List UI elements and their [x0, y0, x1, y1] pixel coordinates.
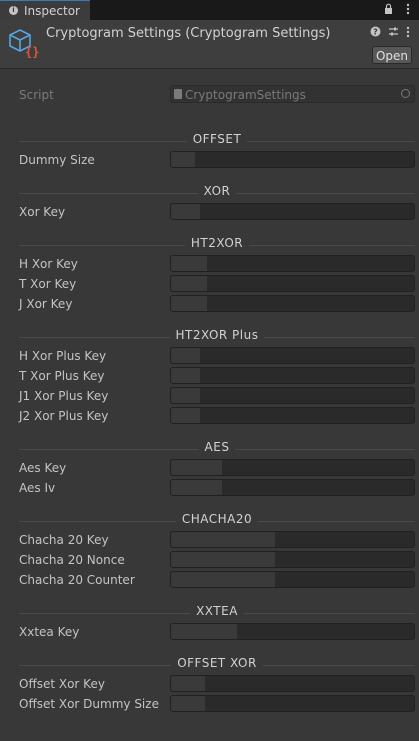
property-label: Offset Xor Key [19, 677, 105, 691]
property-label: J Xor Key [19, 297, 73, 311]
property-row: H Xor Key [0, 254, 419, 274]
property-label: Offset Xor Dummy Size [19, 697, 159, 711]
property-field[interactable] [170, 367, 415, 384]
property-field[interactable] [170, 675, 415, 692]
property-row: J1 Xor Plus Key [0, 386, 419, 406]
field-value-obscured [171, 532, 276, 547]
svg-text:{}: {} [25, 45, 39, 58]
tab-tools [383, 3, 413, 18]
script-field[interactable]: CryptogramSettings [170, 85, 415, 103]
property-label: Chacha 20 Counter [19, 573, 135, 587]
field-value-obscured [171, 552, 276, 567]
field-value-obscured [171, 676, 206, 691]
field-value-obscured [171, 368, 201, 383]
property-row: Xor Key [0, 202, 419, 222]
property-label: Aes Iv [19, 481, 56, 495]
section-title: XXTEA [190, 604, 244, 618]
property-row: Aes Iv [0, 478, 419, 498]
property-field[interactable] [170, 347, 415, 364]
section-title: XOR [197, 184, 237, 198]
script-label: Script [19, 88, 54, 102]
property-field[interactable] [170, 151, 415, 168]
field-value-obscured [171, 276, 208, 291]
scriptable-object-icon: {} [8, 26, 40, 59]
property-label: Xor Key [19, 205, 66, 219]
property-row: H Xor Plus Key [0, 346, 419, 366]
property-field[interactable] [170, 459, 415, 476]
property-row: Chacha 20 Counter [0, 570, 419, 590]
property-label: Chacha 20 Nonce [19, 553, 125, 567]
property-row: Chacha 20 Nonce [0, 550, 419, 570]
header-icons: ? [370, 26, 410, 41]
property-field[interactable] [170, 387, 415, 404]
property-field[interactable] [170, 551, 415, 568]
more-vertical-icon[interactable] [403, 3, 413, 18]
lock-icon[interactable] [383, 3, 393, 18]
property-row: Dummy Size [0, 150, 419, 170]
field-value-obscured [171, 624, 237, 639]
tab-inspector[interactable]: i Inspector [0, 0, 90, 20]
section-title: CHACHA20 [175, 512, 259, 526]
property-row: T Xor Key [0, 274, 419, 294]
property-field[interactable] [170, 255, 415, 272]
property-field[interactable] [170, 275, 415, 292]
field-value-obscured [171, 204, 201, 219]
property-label: J2 Xor Plus Key [19, 409, 109, 423]
component-header: {} Cryptogram Settings (Cryptogram Setti… [0, 20, 419, 69]
property-label: T Xor Key [19, 277, 77, 291]
property-row: Xxtea Key [0, 622, 419, 642]
property-label: Chacha 20 Key [19, 533, 109, 547]
field-value-obscured [171, 480, 223, 495]
open-button[interactable]: Open [372, 46, 412, 64]
property-row: Offset Xor Dummy Size [0, 694, 419, 714]
property-label: J1 Xor Plus Key [19, 389, 109, 403]
property-label: T Xor Plus Key [19, 369, 105, 383]
component-title: Cryptogram Settings (Cryptogram Settings… [46, 26, 331, 41]
property-field[interactable] [170, 203, 415, 220]
property-field[interactable] [170, 479, 415, 496]
property-label: H Xor Plus Key [19, 349, 107, 363]
more-vertical-icon[interactable] [406, 26, 410, 41]
section-title: OFFSET [186, 132, 248, 146]
section-title: OFFSET XOR [171, 656, 263, 670]
script-file-icon [174, 89, 182, 99]
property-label: Dummy Size [19, 153, 95, 167]
property-row: J Xor Key [0, 294, 419, 314]
field-value-obscured [171, 256, 208, 271]
property-label: Xxtea Key [19, 625, 80, 639]
property-row: Aes Key [0, 458, 419, 478]
field-value-obscured [171, 696, 206, 711]
property-row: Chacha 20 Key [0, 530, 419, 550]
property-label: H Xor Key [19, 257, 78, 271]
property-row: Offset Xor Key [0, 674, 419, 694]
section-title: HT2XOR Plus [169, 328, 265, 342]
field-value-obscured [171, 408, 201, 423]
script-value: CryptogramSettings [185, 88, 306, 102]
field-value-obscured [171, 296, 208, 311]
script-row: Script CryptogramSettings [0, 84, 419, 106]
property-field[interactable] [170, 695, 415, 712]
property-row: J2 Xor Plus Key [0, 406, 419, 426]
property-field[interactable] [170, 407, 415, 424]
property-field[interactable] [170, 295, 415, 312]
field-value-obscured [171, 572, 276, 587]
property-field[interactable] [170, 623, 415, 640]
svg-text:?: ? [373, 28, 378, 37]
tab-bar: i Inspector [0, 0, 419, 20]
section-title: HT2XOR [184, 236, 250, 250]
field-value-obscured [171, 388, 201, 403]
field-value-obscured [171, 152, 196, 167]
info-icon: i [9, 6, 18, 15]
property-label: Aes Key [19, 461, 67, 475]
property-field[interactable] [170, 571, 415, 588]
object-picker-icon[interactable] [401, 89, 410, 98]
property-row: T Xor Plus Key [0, 366, 419, 386]
preset-icon[interactable] [388, 26, 399, 41]
field-value-obscured [171, 460, 223, 475]
tab-label: Inspector [24, 4, 80, 18]
help-icon[interactable]: ? [370, 26, 381, 41]
property-field[interactable] [170, 531, 415, 548]
section-title: AES [198, 440, 236, 454]
field-value-obscured [171, 348, 201, 363]
